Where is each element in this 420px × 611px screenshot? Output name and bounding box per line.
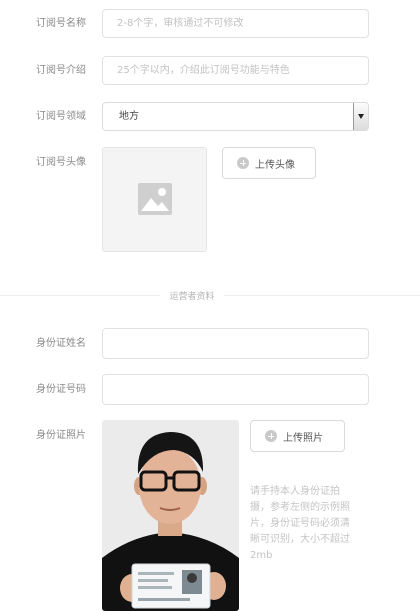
intro-input[interactable]: 25个字以内，介绍此订阅号功能与特色 <box>102 56 369 85</box>
id-number-label: 身份证号码 <box>36 384 86 395</box>
id-name-label: 身份证姓名 <box>36 338 86 349</box>
domain-select-value: 地方 <box>119 111 139 122</box>
domain-select[interactable]: 地方 <box>102 102 369 131</box>
chevron-down-icon <box>358 114 364 119</box>
operator-section-title: 运营者资料 <box>160 289 224 302</box>
image-placeholder-icon <box>138 183 172 215</box>
id-number-input[interactable] <box>102 374 369 405</box>
upload-photo-button[interactable]: 上传照片 <box>250 420 345 452</box>
upload-photo-label: 上传照片 <box>283 432 323 444</box>
avatar-label: 订阅号头像 <box>36 157 86 168</box>
name-input[interactable]: 2-8个字，审核通过不可修改 <box>102 9 369 38</box>
intro-label: 订阅号介绍 <box>36 65 86 76</box>
upload-avatar-label: 上传头像 <box>255 159 295 171</box>
avatar-preview <box>102 147 207 252</box>
upload-avatar-button[interactable]: 上传头像 <box>222 147 316 179</box>
photo-hint-text: 请手持本人身份证拍摄，参考左侧的示例照片，身份证号码必须清晰可识别，大小不超过 … <box>250 486 350 561</box>
person-holding-id-image <box>102 420 239 611</box>
example-id-photo <box>102 420 239 611</box>
section-divider-right <box>224 295 420 296</box>
section-divider-left <box>0 295 160 296</box>
id-name-input[interactable] <box>102 328 369 359</box>
name-label: 订阅号名称 <box>36 18 86 29</box>
plus-circle-icon <box>237 157 249 169</box>
plus-circle-icon <box>265 430 277 442</box>
id-photo-label: 身份证照片 <box>36 430 86 441</box>
domain-label: 订阅号领域 <box>36 111 86 122</box>
dropdown-arrow-button[interactable] <box>353 103 368 130</box>
